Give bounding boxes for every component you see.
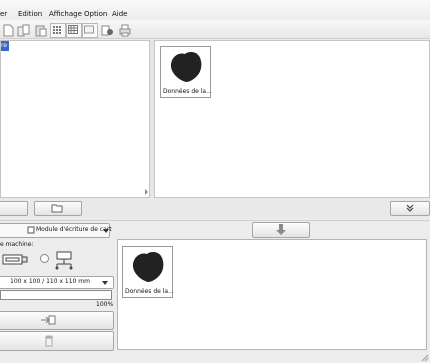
trash-icon [45, 335, 53, 347]
progress-bar [0, 290, 112, 300]
hoop-size-select[interactable]: 100 x 100 / 110 x 110 mm [0, 276, 114, 289]
collapse-chevrons-icon [406, 204, 414, 212]
tree-selected-item[interactable]: re [1, 41, 9, 51]
send-icon [41, 315, 56, 325]
design-gallery[interactable]: Données de la... [154, 40, 430, 198]
send-button[interactable] [0, 311, 114, 330]
thumbnail-caption: Données de la... [163, 88, 212, 95]
menu-bar: er Edition Affichage Option Aide [0, 0, 430, 20]
embroidery-leaf-icon [132, 251, 164, 284]
embroidery-leaf-icon [170, 51, 202, 84]
new-file-icon[interactable] [0, 23, 16, 38]
gallery-thumbnail[interactable]: Données de la... [160, 46, 212, 98]
collapse-button[interactable] [390, 201, 430, 216]
progress-percent: 100% [96, 301, 114, 308]
thumb-large-icon[interactable] [50, 23, 66, 38]
stitch-view-icon[interactable] [99, 23, 115, 38]
menu-file[interactable]: er [0, 10, 7, 18]
folder-icon [51, 204, 63, 213]
card-machine-option[interactable] [0, 251, 30, 268]
paste-icon[interactable] [33, 23, 49, 38]
toolbar [0, 20, 430, 39]
blank-button[interactable] [0, 201, 28, 216]
tree-item-label: re [1, 42, 8, 49]
transfer-down-button[interactable] [252, 222, 310, 238]
open-folder-button[interactable] [34, 201, 82, 216]
copy-files-icon[interactable] [16, 23, 32, 38]
menu-aide[interactable]: Aide [112, 10, 127, 18]
machine-design-list[interactable]: Données de la... [117, 239, 427, 350]
transfer-toolbar [0, 198, 430, 218]
chevron-down-icon [102, 281, 108, 285]
module-select[interactable]: Module d'écriture de cart [0, 223, 112, 238]
card-writer-icon [27, 226, 35, 234]
chevron-down-icon [103, 229, 109, 233]
hoop-size-value: 100 x 100 / 110 x 110 mm [10, 278, 90, 285]
menu-edition[interactable]: Edition [18, 10, 42, 18]
folder-tree[interactable]: re [0, 40, 150, 198]
machine-design-thumbnail[interactable]: Données de la... [122, 246, 174, 298]
delete-button[interactable] [0, 331, 114, 351]
machine-label: e machine: [0, 241, 34, 248]
thumb-medium-icon[interactable] [66, 23, 82, 38]
thumbnail-caption: Données de la... [125, 288, 174, 295]
thumb-small-icon[interactable] [82, 23, 98, 38]
module-select-value: Module d'écriture de cart [36, 226, 112, 233]
menu-affichage[interactable]: Affichage [49, 10, 82, 18]
arrow-down-icon [276, 224, 286, 235]
usb-machine-icon[interactable] [53, 250, 75, 270]
machine-radio-usb[interactable] [40, 254, 49, 263]
print-icon[interactable] [117, 23, 133, 38]
menu-option[interactable]: Option [84, 10, 107, 18]
scroll-right-arrow-icon[interactable] [144, 189, 149, 197]
